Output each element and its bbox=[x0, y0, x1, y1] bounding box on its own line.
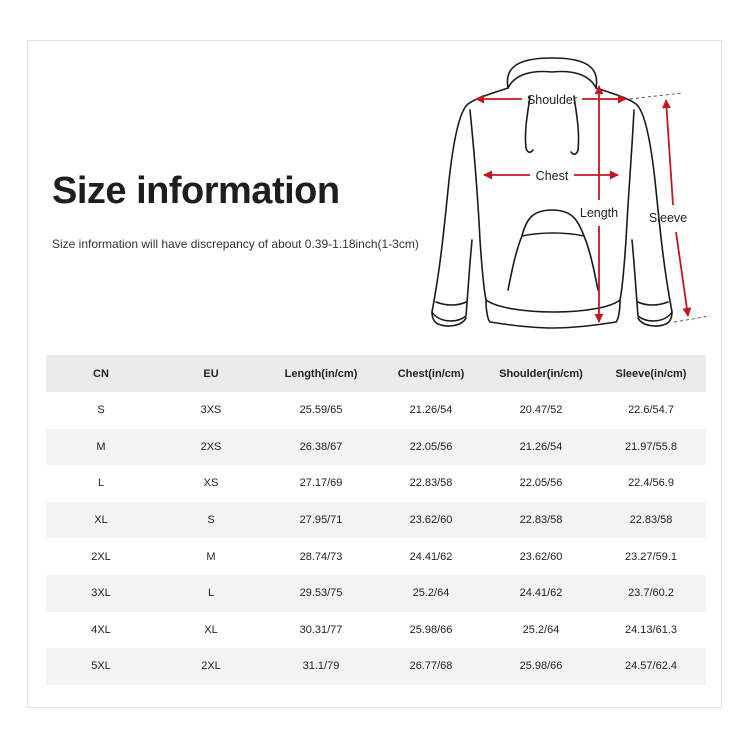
cell-length: 30.31/77 bbox=[299, 623, 343, 636]
header-cn: CN bbox=[93, 367, 109, 380]
cell-length: 28.74/73 bbox=[299, 550, 343, 563]
cell-shoulder: 22.83/58 bbox=[519, 514, 563, 527]
header-chest: Chest(in/cm) bbox=[397, 367, 465, 380]
cell-eu: 2XS bbox=[200, 440, 222, 453]
cell-cn: M bbox=[96, 440, 106, 453]
cell-sleeve: 24.57/62.4 bbox=[625, 660, 677, 673]
cell-shoulder: 20.47/52 bbox=[519, 404, 563, 417]
cell-cn: XL bbox=[94, 514, 108, 527]
cell-shoulder: 21.26/54 bbox=[519, 440, 563, 453]
cell-cn: 3XL bbox=[91, 587, 111, 600]
cell-sleeve: 22.6/54.7 bbox=[628, 404, 674, 417]
cell-shoulder: 23.62/60 bbox=[519, 550, 563, 563]
cell-chest: 26.77/68 bbox=[409, 660, 453, 673]
cell-shoulder: 25.98/66 bbox=[519, 660, 563, 673]
chest-label: Chest bbox=[536, 169, 569, 183]
table-row: XL S 27.95/71 23.62/60 22.83/58 22.83/58 bbox=[46, 501, 706, 539]
cell-eu: 2XL bbox=[201, 660, 221, 673]
cell-length: 27.95/71 bbox=[299, 514, 343, 527]
cell-cn: S bbox=[97, 404, 105, 417]
hoodie-measurement-diagram: Shoulder Chest Length Sleeve bbox=[410, 50, 710, 340]
cell-shoulder: 25.2/64 bbox=[522, 623, 560, 636]
table-row: 5XL 2XL 31.1/79 26.77/68 25.98/66 24.57/… bbox=[46, 648, 706, 685]
size-discrepancy-note: Size information will have discrepancy o… bbox=[52, 237, 419, 251]
cell-sleeve: 21.97/55.8 bbox=[625, 440, 677, 453]
cell-eu: 3XS bbox=[200, 404, 222, 417]
cell-eu: L bbox=[207, 587, 215, 600]
page-title: Size information bbox=[52, 170, 340, 212]
cell-length: 26.38/67 bbox=[299, 440, 343, 453]
cell-sleeve: 23.27/59.1 bbox=[625, 550, 677, 563]
cell-chest: 22.83/58 bbox=[409, 477, 453, 490]
cell-sleeve: 23.7/60.2 bbox=[628, 587, 674, 600]
table-row: M 2XS 26.38/67 22.05/56 21.26/54 21.97/5… bbox=[46, 428, 706, 466]
cell-eu: XS bbox=[203, 477, 219, 490]
table-row: 3XL L 29.53/75 25.2/64 24.41/62 23.7/60.… bbox=[46, 574, 706, 612]
cell-sleeve: 22.83/58 bbox=[629, 514, 673, 527]
table-row: L XS 27.17/69 22.83/58 22.05/56 22.4/56.… bbox=[46, 465, 706, 502]
size-table: CN EU Length(in/cm) Chest(in/cm) Shoulde… bbox=[46, 355, 706, 685]
header-shoulder: Shoulder(in/cm) bbox=[499, 367, 583, 380]
cell-length: 31.1/79 bbox=[302, 660, 340, 673]
shoulder-label: Shoulder bbox=[527, 93, 577, 107]
cell-length: 29.53/75 bbox=[299, 587, 343, 600]
cell-cn: 4XL bbox=[91, 623, 111, 636]
cell-length: 25.59/65 bbox=[299, 404, 343, 417]
length-label: Length bbox=[580, 206, 618, 220]
cell-chest: 25.98/66 bbox=[409, 623, 453, 636]
table-row: 2XL M 28.74/73 24.41/62 23.62/60 23.27/5… bbox=[46, 538, 706, 575]
header-length: Length(in/cm) bbox=[284, 367, 358, 380]
cell-shoulder: 24.41/62 bbox=[519, 587, 563, 600]
cell-cn: L bbox=[97, 477, 105, 490]
header-eu: EU bbox=[203, 367, 219, 380]
table-row: S 3XS 25.59/65 21.26/54 20.47/52 22.6/54… bbox=[46, 392, 706, 429]
cell-eu: S bbox=[207, 514, 215, 527]
cell-sleeve: 22.4/56.9 bbox=[628, 477, 674, 490]
header-sleeve: Sleeve(in/cm) bbox=[615, 367, 687, 380]
cell-cn: 5XL bbox=[91, 660, 111, 673]
cell-chest: 21.26/54 bbox=[409, 404, 453, 417]
table-row: 4XL XL 30.31/77 25.98/66 25.2/64 24.13/6… bbox=[46, 611, 706, 649]
cell-eu: M bbox=[206, 550, 216, 563]
cell-chest: 24.41/62 bbox=[409, 550, 453, 563]
cell-length: 27.17/69 bbox=[299, 477, 343, 490]
table-header-row: CN EU Length(in/cm) Chest(in/cm) Shoulde… bbox=[46, 355, 706, 392]
cell-chest: 22.05/56 bbox=[409, 440, 453, 453]
cell-shoulder: 22.05/56 bbox=[519, 477, 563, 490]
cell-chest: 25.2/64 bbox=[412, 587, 450, 600]
cell-chest: 23.62/60 bbox=[409, 514, 453, 527]
cell-eu: XL bbox=[204, 623, 218, 636]
sleeve-label: Sleeve bbox=[649, 211, 687, 225]
cell-cn: 2XL bbox=[91, 550, 111, 563]
cell-sleeve: 24.13/61.3 bbox=[625, 623, 677, 636]
